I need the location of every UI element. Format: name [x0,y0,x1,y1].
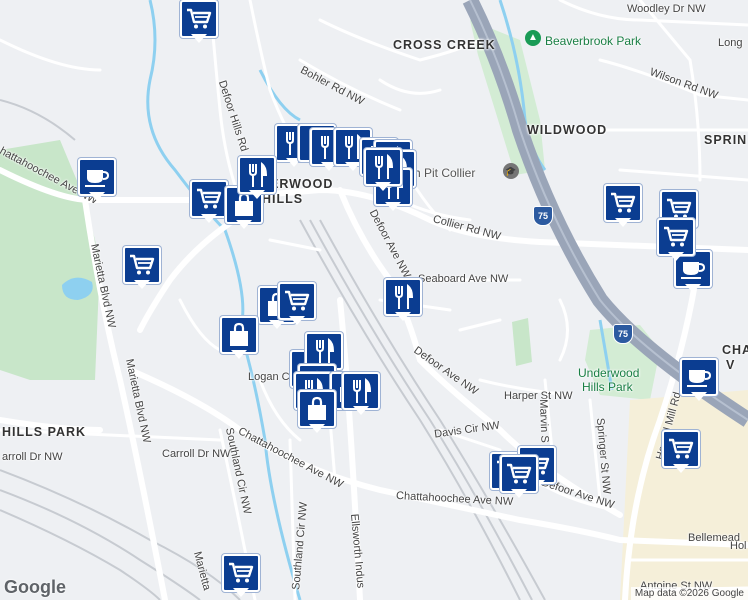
map-pin-fork-knife[interactable] [364,148,402,192]
map-base-layer [0,0,748,600]
interstate-shield-75-top: 75 [533,206,553,226]
poi-label-underwood-park-2[interactable]: Hills Park [582,380,633,394]
pin-pointer [385,202,401,211]
google-logo: Google [4,577,66,597]
pin-pointer [511,489,527,498]
road-label-seaboard: Seaboard Ave NW [418,273,509,285]
coffee-cup-icon [78,158,116,196]
road-label-woodley: Woodley Dr NW [627,3,706,15]
map-pin-shopping-bag[interactable] [220,316,258,360]
map-canvas[interactable]: CROSS CREEK WILDWOOD SPRIN ERWOOD HILLS … [0,0,748,600]
map-pin-fork-knife[interactable] [342,372,380,416]
pin-pointer [615,218,631,227]
pin-pointer [345,162,361,171]
shopping-bag-icon [298,390,336,428]
shopping-bag-icon [220,316,258,354]
shopping-cart-icon [123,246,161,284]
poi-label-beaverbrook-park[interactable]: Beaverbrook Park [545,34,641,48]
pin-pointer [236,220,252,229]
map-pin-shopping-cart[interactable] [278,282,316,326]
road-label-long: Long [718,37,743,49]
pin-pointer [231,350,247,359]
interstate-shield-75-mid: 75 [613,324,633,344]
map-pin-shopping-cart[interactable] [657,218,695,262]
map-pin-shopping-cart[interactable] [500,455,538,499]
shopping-cart-icon [657,218,695,256]
shopping-cart-icon [222,554,260,592]
map-pin-shopping-cart[interactable] [180,0,218,44]
pin-pointer [375,182,391,191]
pin-pointer [201,214,217,223]
road-label-carroll: arroll Dr NW [2,451,63,463]
map-pin-shopping-cart[interactable] [662,430,700,474]
shopping-cart-icon [180,0,218,38]
pin-pointer [668,252,684,261]
pin-pointer [309,424,325,433]
pin-pointer [289,316,305,325]
pin-pointer [673,464,689,473]
poi-label-collier[interactable]: ch Pit Collier [408,166,475,180]
map-attribution[interactable]: Map data ©2026 Google [630,587,748,600]
shopping-cart-icon [500,455,538,493]
area-label-underwood: ERWOOD [270,177,334,191]
fork-knife-icon [384,278,422,316]
map-pin-shopping-cart[interactable] [123,246,161,290]
pin-pointer [134,280,150,289]
area-label-cha: CHA [722,343,748,357]
coffee-cup-icon [680,358,718,396]
pin-pointer [353,406,369,415]
map-pin-coffee-cup[interactable] [78,158,116,202]
map-pin-shopping-cart[interactable] [190,180,228,224]
area-label-hills-park: HILLS PARK [2,425,87,439]
pin-pointer [89,192,105,201]
shopping-cart-icon [190,180,228,218]
park-pin-icon: ▲ [525,30,541,46]
pin-pointer [395,312,411,321]
pin-pointer [191,34,207,43]
shopping-cart-icon [278,282,316,320]
area-label-cross-creek: CROSS CREEK [393,38,496,52]
fork-knife-icon [342,372,380,410]
pin-pointer [249,190,265,199]
map-pin-coffee-cup[interactable] [680,358,718,402]
poi-label-underwood-park-1[interactable]: Underwood [578,366,639,380]
shopping-cart-icon [662,430,700,468]
area-label-v: V [726,358,736,372]
map-pin-shopping-cart[interactable] [604,184,642,228]
map-pin-shopping-cart[interactable] [222,554,260,598]
park-small [512,318,532,366]
area-label-wildwood: WILDWOOD [527,123,608,137]
shopping-cart-icon [604,184,642,222]
area-label-spring: SPRIN [704,133,748,147]
map-pin-shopping-bag[interactable] [298,390,336,434]
fork-knife-icon [364,148,402,186]
pin-pointer [233,588,249,597]
map-pin-fork-knife[interactable] [238,156,276,200]
map-pin-fork-knife[interactable] [384,278,422,322]
fork-knife-icon [238,156,276,194]
road-label-carroll-2: Carroll Dr NW [162,448,231,460]
road-label-marvin: Marvin S [536,399,551,443]
pin-pointer [685,284,701,293]
pin-pointer [691,392,707,401]
school-icon: 🎓 [503,163,519,179]
road-label-hol: Hol [730,540,747,552]
road-label-logan: Logan Ci [248,371,293,383]
